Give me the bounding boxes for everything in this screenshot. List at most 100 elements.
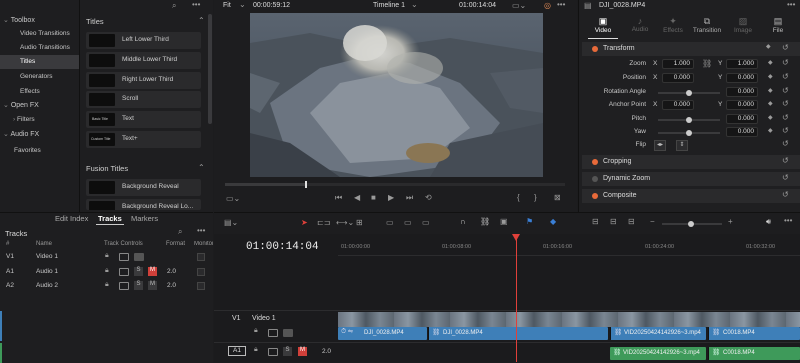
pitch-field[interactable]: 0.000 xyxy=(726,114,758,124)
keyframe-icon[interactable]: ◆ xyxy=(768,127,773,134)
auto-select-icon[interactable] xyxy=(268,329,278,337)
playhead-handle[interactable] xyxy=(512,234,520,241)
flag-icon[interactable]: ⚑ xyxy=(526,217,533,226)
mute-button[interactable]: M xyxy=(298,347,307,356)
collapse-icon[interactable]: ⌃ xyxy=(198,16,205,25)
marker-icon[interactable]: ◆ xyxy=(550,217,556,226)
keyframe-icon[interactable]: ◆ xyxy=(768,114,773,121)
transform-section[interactable]: Transform ◆ ↺ xyxy=(582,42,800,56)
more-icon[interactable]: ••• xyxy=(192,0,200,9)
zoom-full-icon[interactable]: ⊟ xyxy=(610,217,617,226)
zoom-plus-icon[interactable]: + xyxy=(728,217,733,226)
flip-vertical-button[interactable]: ⇕ xyxy=(676,140,688,151)
sidebar-item-audio-fx[interactable]: ⌄ Audio FX xyxy=(3,130,39,138)
trim-tool-icon[interactable]: ⊏⊐ xyxy=(317,218,330,227)
tab-tracks[interactable]: Tracks xyxy=(98,214,122,223)
mute-button[interactable]: M xyxy=(148,267,157,276)
slider-thumb[interactable] xyxy=(686,90,692,96)
reset-icon[interactable]: ↺ xyxy=(782,173,789,182)
enable-toggle[interactable] xyxy=(592,159,598,165)
monitor-checkbox[interactable] xyxy=(197,253,205,261)
skip-back-icon[interactable]: ⏮ xyxy=(335,193,342,203)
viewer-frame[interactable] xyxy=(250,13,543,177)
insert-clip-icon[interactable]: ▭ xyxy=(386,218,394,227)
lock-icon[interactable]: 🔒︎ xyxy=(254,346,258,354)
layout-icon[interactable]: ▤⌄ xyxy=(224,218,238,227)
sidebar-item-favorites[interactable]: Favorites xyxy=(14,147,41,154)
source-timecode[interactable]: 00:00:59:12 xyxy=(253,2,290,9)
enable-toggle[interactable] xyxy=(592,46,598,52)
table-row[interactable]: A1 Audio 1 🔒︎ S M 2.0 xyxy=(0,266,213,279)
mark-icon[interactable]: ⊠ xyxy=(554,193,561,202)
anchor-y-field[interactable]: 0.000 xyxy=(726,100,758,110)
skip-forward-icon[interactable]: ⏭ xyxy=(406,193,413,203)
record-timecode[interactable]: 01:00:14:04 xyxy=(459,2,496,9)
reset-icon[interactable]: ↺ xyxy=(782,113,789,122)
audio-clip[interactable]: ⛓ VID20250424142926~3.mp4 xyxy=(610,347,706,360)
mute-button[interactable]: M xyxy=(148,281,157,290)
title-item-text[interactable]: Basic Title Text xyxy=(86,111,201,128)
enable-toggle[interactable] xyxy=(592,176,598,182)
scrub-bar[interactable] xyxy=(225,181,565,188)
out-point-icon[interactable]: } xyxy=(534,193,537,202)
anchor-x-field[interactable]: 0.000 xyxy=(662,100,694,110)
sidebar-item-audio-transitions[interactable]: Audio Transitions xyxy=(20,44,70,51)
lock-icon[interactable]: 🔒︎ xyxy=(254,327,258,335)
audio-clip[interactable]: ⛓ C0018.MP4 xyxy=(708,347,800,360)
playhead[interactable] xyxy=(512,234,520,362)
yaw-field[interactable]: 0.000 xyxy=(726,127,758,137)
keyframe-icon[interactable]: ◆ xyxy=(768,59,773,66)
lock-icon[interactable]: 🔒︎ xyxy=(105,267,109,275)
title-item-right-lower-third[interactable]: Right Lower Third xyxy=(86,72,201,89)
track-enable-icon[interactable] xyxy=(134,253,144,261)
enable-toggle[interactable] xyxy=(592,193,598,199)
keyframe-icon[interactable]: ◆ xyxy=(766,43,771,50)
auto-select-icon[interactable] xyxy=(119,282,129,290)
tab-image[interactable]: ▨ Image xyxy=(728,16,758,38)
monitor-checkbox[interactable] xyxy=(197,282,205,290)
slider-thumb[interactable] xyxy=(688,221,694,227)
sidebar-item-generators[interactable]: Generators xyxy=(20,73,53,80)
fusion-title-background-reveal[interactable]: Background Reveal xyxy=(86,179,201,196)
selection-tool-icon[interactable]: ➤ xyxy=(301,218,308,227)
reset-icon[interactable]: ↺ xyxy=(782,72,789,81)
search-icon[interactable]: ⌕ xyxy=(178,227,182,237)
monitor-checkbox[interactable] xyxy=(197,268,205,276)
composite-section[interactable]: Composite ↺ xyxy=(582,189,800,203)
tab-audio[interactable]: ♪ Audio xyxy=(625,16,655,38)
rotation-slider[interactable] xyxy=(658,90,720,96)
loop-icon[interactable]: ⟲ xyxy=(425,193,432,202)
scrub-handle[interactable] xyxy=(305,181,307,188)
more-icon[interactable]: ••• xyxy=(557,0,565,9)
more-icon[interactable]: ••• xyxy=(787,0,795,9)
dynamic-zoom-section[interactable]: Dynamic Zoom ↺ xyxy=(582,172,800,186)
reverse-play-icon[interactable]: ◀ xyxy=(354,193,360,202)
dynamic-trim-icon[interactable]: ⟷⌄ xyxy=(336,218,354,227)
search-icon[interactable]: ⌕ xyxy=(172,1,176,11)
sidebar-item-titles[interactable]: Titles xyxy=(0,55,79,69)
reset-icon[interactable]: ↺ xyxy=(782,126,789,135)
tab-markers[interactable]: Markers xyxy=(131,214,158,223)
lock-icon[interactable]: 🔒︎ xyxy=(105,281,109,289)
tab-file[interactable]: ▤ File xyxy=(763,16,793,38)
zoom-out-icon[interactable]: ⊟ xyxy=(592,217,599,226)
timeline-zoom-slider[interactable] xyxy=(662,221,722,227)
reset-icon[interactable]: ↺ xyxy=(782,139,789,148)
timeline-selector[interactable]: Timeline 1 xyxy=(373,2,405,9)
reset-icon[interactable]: ↺ xyxy=(782,99,789,108)
flip-horizontal-button[interactable]: ◂▸ xyxy=(654,140,666,151)
video-clip[interactable]: ⛓ VID20250424142926~3.mp4 xyxy=(610,327,706,340)
table-row[interactable]: V1 Video 1 🔒︎ xyxy=(0,251,213,264)
link-icon[interactable]: ⛓ xyxy=(702,59,712,68)
reset-icon[interactable]: ↺ xyxy=(782,156,789,165)
position-y-field[interactable]: 0.000 xyxy=(726,73,758,83)
zoom-minus-icon[interactable]: − xyxy=(650,217,655,226)
in-point-icon[interactable]: { xyxy=(517,193,520,202)
video-clip[interactable]: ⏱ ⇋ DJI_0028.MP4 xyxy=(338,327,427,340)
position-lock-icon[interactable]: ▣ xyxy=(500,217,508,226)
collapse-icon[interactable]: ⌃ xyxy=(198,163,205,172)
video-clip[interactable]: ⛓ C0018.MP4 xyxy=(708,327,800,340)
title-item-text-plus[interactable]: Custom Title Text+ xyxy=(86,131,201,148)
title-item-left-lower-third[interactable]: Left Lower Third xyxy=(86,32,201,49)
color-icon[interactable]: ◎ xyxy=(544,1,551,10)
